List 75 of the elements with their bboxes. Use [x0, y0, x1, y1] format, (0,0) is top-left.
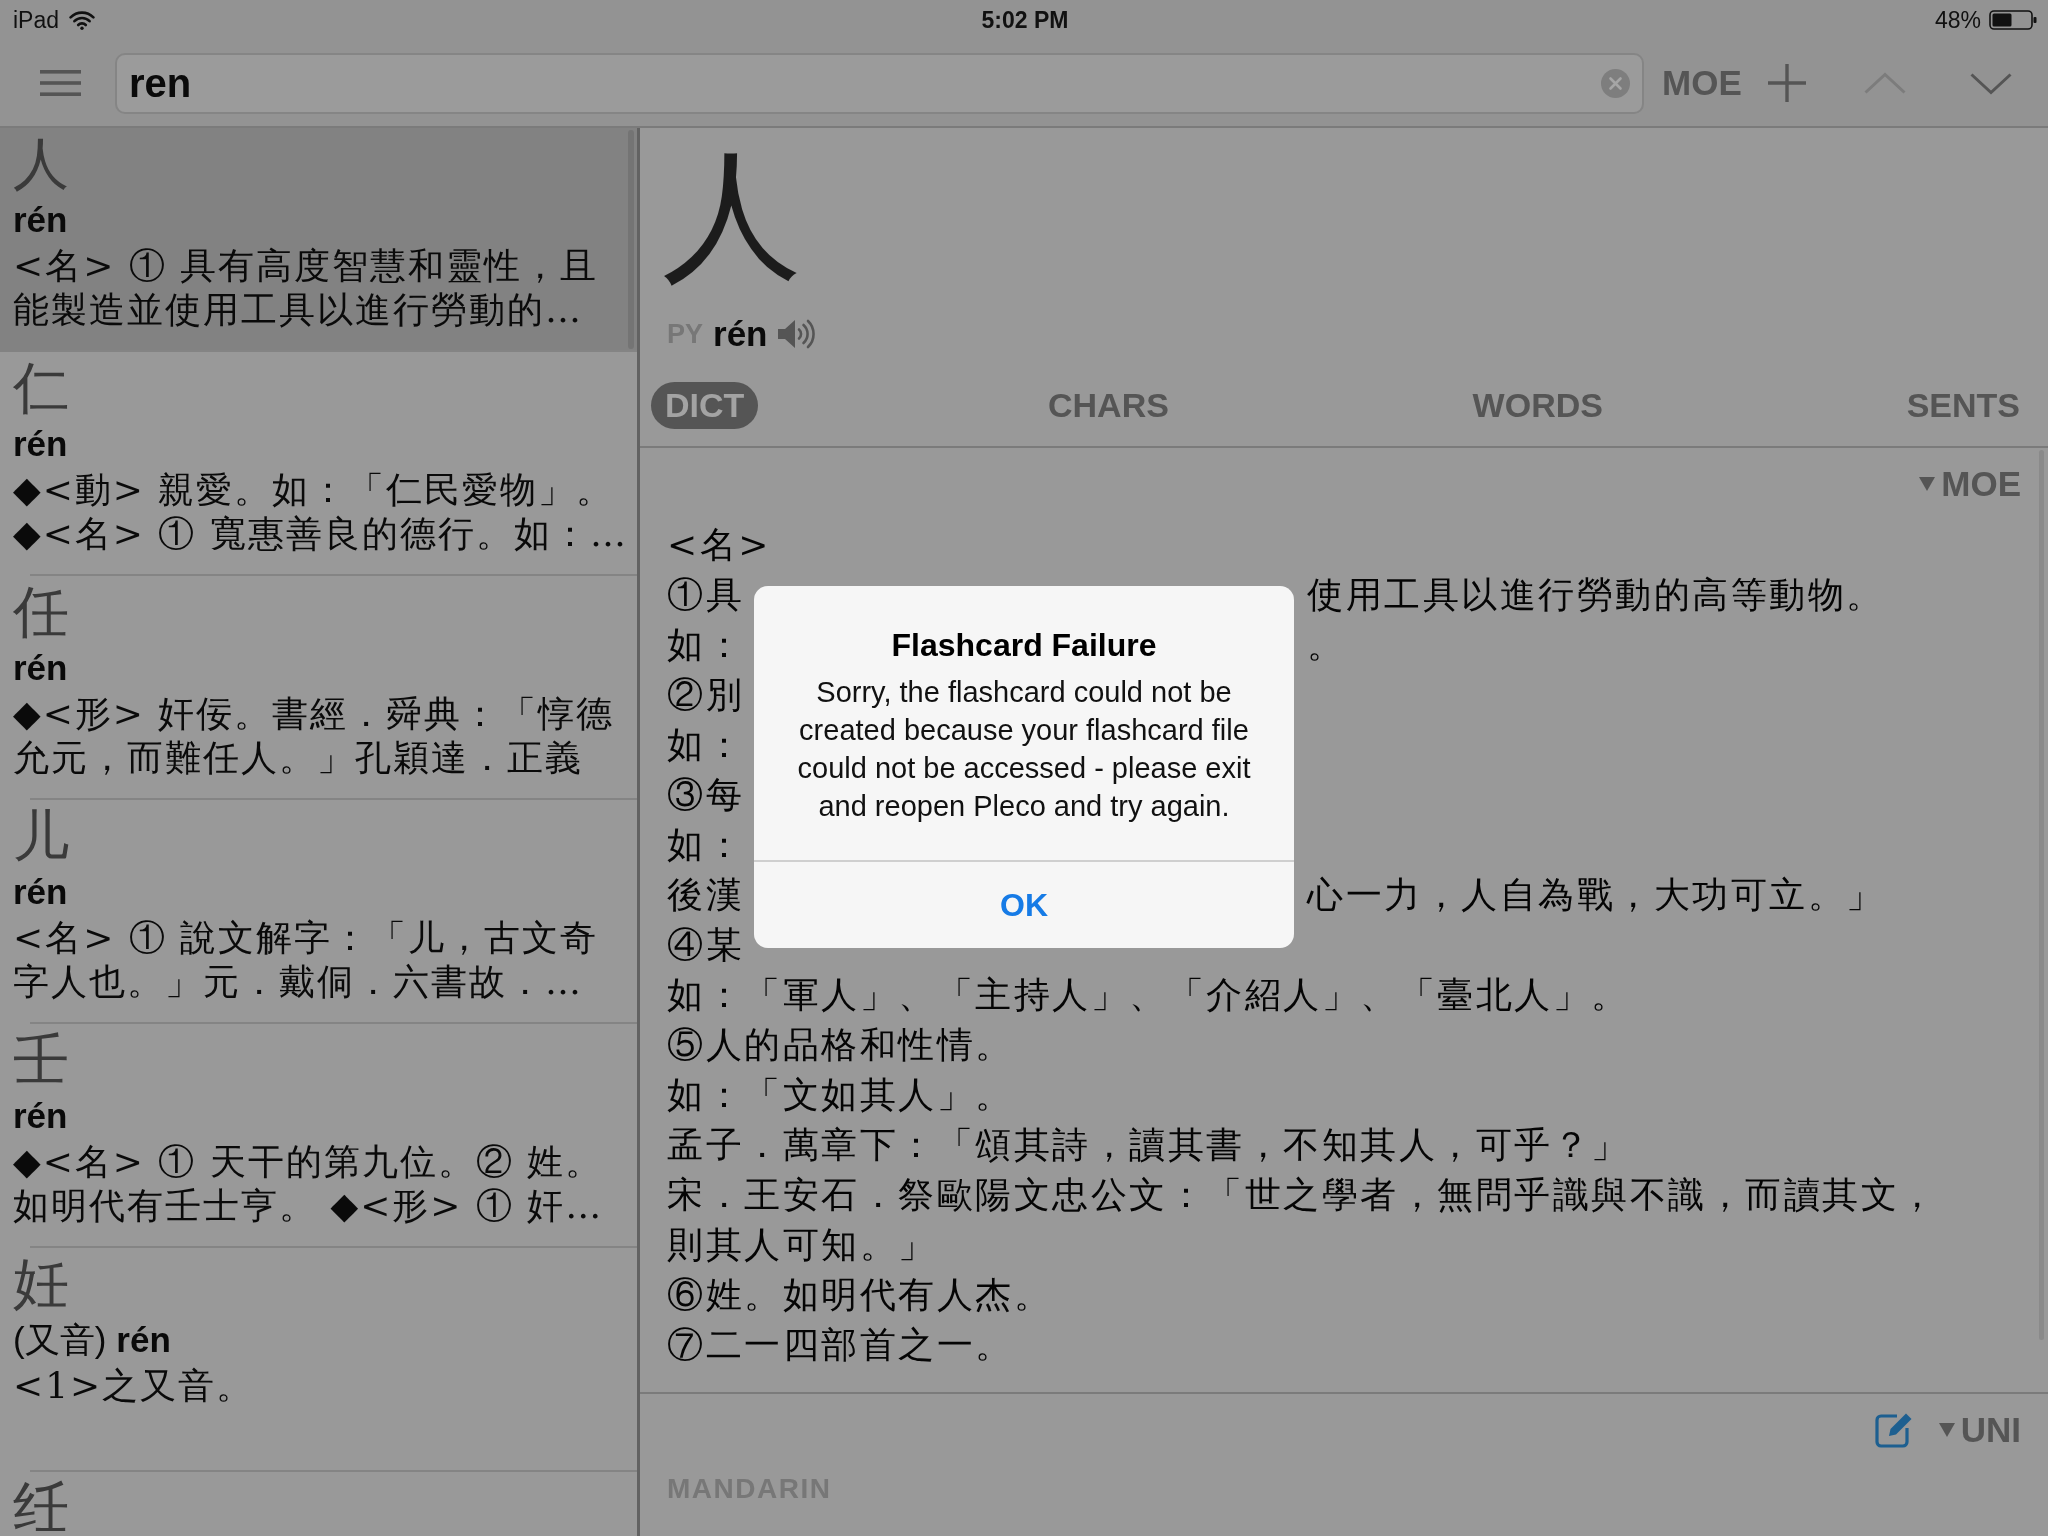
definition-text: ①具	[667, 573, 745, 617]
dictionary-button[interactable]: MOE	[1660, 63, 1744, 103]
result-item[interactable]: 任 rén ◆<形> 奸佞。書經．舜典：「惇德 允元，而難任人。」孔穎達．正義	[0, 576, 637, 800]
variant-note: (又音)	[13, 1319, 107, 1361]
definition-text: 如：	[667, 623, 745, 667]
alert-title: Flashcard Failure	[890, 626, 1158, 665]
definition-text: 如：「軍人」、「主持人」、「介紹人」、「臺北人」。	[667, 973, 1631, 1017]
definition-text: <名>	[667, 523, 772, 567]
pinyin-text: rén	[13, 647, 68, 689]
chevron-down-icon[interactable]	[1969, 71, 2012, 95]
definition-text: 如：	[667, 723, 745, 767]
dictionary-dropdown[interactable]: MOE	[1919, 460, 2021, 508]
definition-text: ③每	[667, 773, 745, 817]
battery-icon	[1989, 10, 2037, 30]
definition-text: 後漢	[667, 873, 745, 917]
headword-text: 儿	[13, 804, 69, 868]
pinyin-text: rén	[116, 1319, 171, 1361]
alert-message: Sorry, the flashcard could not be created because your flashcard file could not be accessed - please exit and reopen Pleco and try again.	[796, 675, 1252, 824]
definition-text: 如：	[667, 823, 745, 867]
caret-icon	[1938, 1423, 1955, 1437]
clear-icon[interactable]	[1601, 68, 1630, 98]
definition-text: ⑦二一四部首之一。	[667, 1323, 1015, 1367]
definition-text: <1>之又音。	[13, 1364, 255, 1408]
clock-time: 5:02 PM	[981, 6, 1069, 34]
caret-icon	[1919, 477, 1936, 491]
pinyin-text: rén	[13, 423, 68, 465]
pinyin-text: rén	[13, 199, 68, 241]
pinyin-text: rén	[13, 871, 68, 913]
result-item[interactable]: 仁 rén ◆<動> 親愛。如：「仁民愛物」。 ◆<名> ① 寬惠善良的德行。如：…	[0, 352, 637, 576]
carrier-label: iPad	[13, 6, 60, 34]
add-icon[interactable]	[1767, 64, 1806, 102]
result-item[interactable]: 儿 rén <名> ① 說文解字：「儿，古文奇 字人也。」元．戴侗．六書故．…	[0, 800, 637, 1024]
headword-character: 人	[661, 136, 802, 296]
headword-text: 壬	[13, 1028, 69, 1092]
definition-text: ⑤人的品格和性情。	[667, 1023, 1015, 1067]
search-field[interactable]: ren	[115, 52, 1644, 114]
definition-text: 。	[1307, 623, 1347, 667]
wifi-icon	[69, 10, 96, 30]
definition-text: <名> ① 具有高度智慧和靈性，且	[13, 244, 599, 288]
definition-text: ②別	[667, 673, 745, 717]
definition-text: 孟子．萬章下：「頌其詩，讀其書，不知其人，可乎？」	[667, 1123, 1631, 1167]
definition-text: <名> ① 說文解字：「儿，古文奇	[13, 916, 599, 960]
definition-text: ◆<形> 奸佞。書經．舜典：「惇德	[13, 692, 615, 736]
headword-text: 人	[13, 132, 69, 196]
headword-text: 妊	[13, 1252, 69, 1316]
definition-text: ⑥姓。如明代有人杰。	[667, 1273, 1053, 1317]
definition-text: ④某	[667, 923, 745, 967]
definition-text: 如明代有壬士亨。 ◆<形> ① 奸…	[13, 1184, 604, 1228]
headword-text: 仁	[13, 356, 69, 420]
definition-text: 如：「文如其人」。	[667, 1073, 1015, 1117]
result-item[interactable]: 壬 rén ◆<名> ① 天干的第九位。② 姓。 如明代有壬士亨。 ◆<形> ① 奸…	[0, 1024, 637, 1248]
headword-text: 纴	[13, 1476, 69, 1536]
pinyin-text: rén	[713, 314, 768, 354]
definition-text: 允元，而難任人。」孔穎達．正義	[13, 736, 583, 780]
definition-text: 能製造並使用工具以進行勞動的…	[13, 288, 583, 332]
tab[interactable]: SENTS	[1892, 381, 2034, 429]
definition-text: ◆<名> ① 寬惠善良的德行。如：…	[13, 512, 628, 556]
headword-text: 任	[13, 580, 69, 644]
tab[interactable]: CHARS	[1034, 381, 1183, 429]
battery-percentage: 48%	[1934, 6, 1981, 34]
definition-text: 字人也。」元．戴侗．六書故．…	[13, 960, 583, 1004]
definition-text: 心一力，人自為戰，大功可立。」	[1307, 873, 1886, 917]
menu-icon[interactable]	[40, 70, 81, 96]
tab[interactable]: DICT	[651, 381, 759, 429]
ok-button[interactable]: OK	[754, 860, 1294, 948]
dictionary-dropdown[interactable]: UNI	[1938, 1410, 2021, 1450]
definition-text: 宋．王安石．祭歐陽文忠公文：「世之學者，無問乎識與不識，而讀其文，則其人可知。」	[667, 1173, 1939, 1267]
result-item[interactable]: 妊 (又音) rén <1>之又音。	[0, 1248, 637, 1472]
definition-text: ◆<名> ① 天干的第九位。② 姓。	[13, 1140, 604, 1184]
pinyin-text: rén	[13, 1095, 68, 1137]
definition-text: ◆<動> 親愛。如：「仁民愛物」。	[13, 468, 615, 512]
definition-text: 使用工具以進行勞動的高等動物。	[1307, 573, 1886, 617]
result-item[interactable]: 人 rén <名> ① 具有高度智慧和靈性，且 能製造並使用工具以進行勞動的…	[0, 128, 637, 352]
speaker-icon[interactable]	[777, 319, 815, 349]
tab[interactable]: WORDS	[1458, 381, 1617, 429]
